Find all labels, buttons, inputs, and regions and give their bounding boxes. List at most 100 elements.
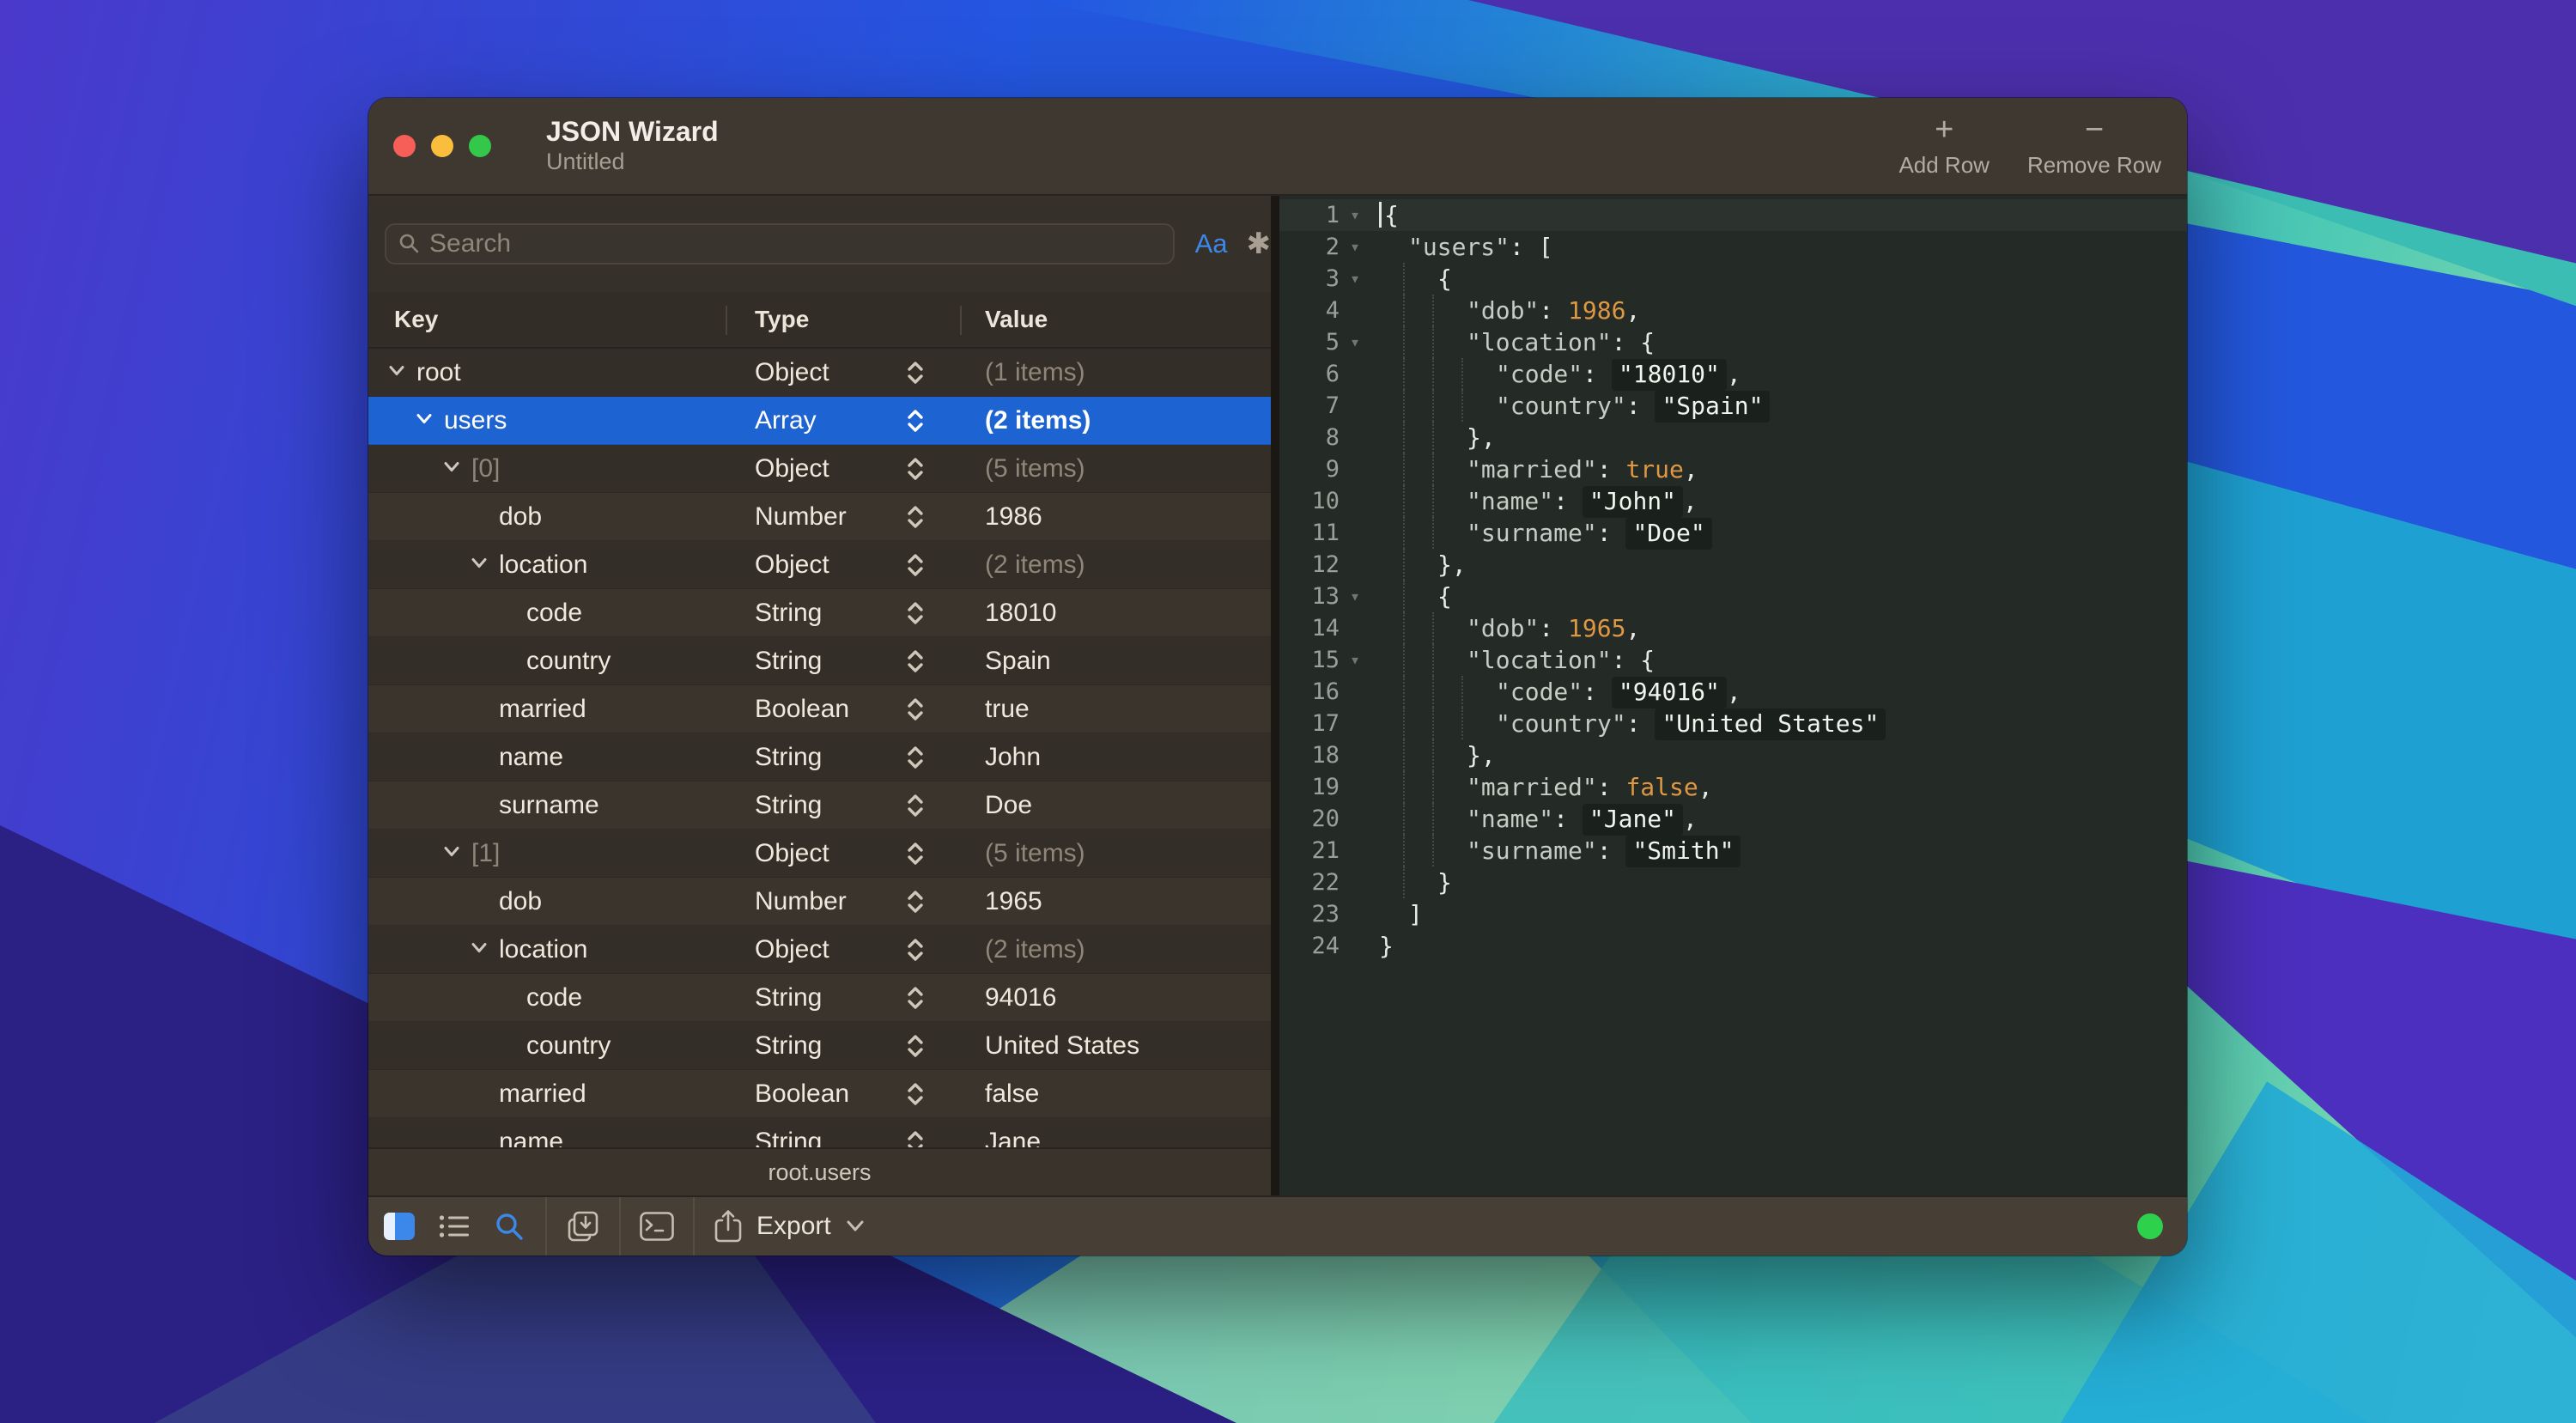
type-stepper[interactable] [906,649,925,673]
table-row[interactable]: dobNumber1986 [368,493,1271,541]
add-row-button[interactable]: + Add Row [1899,114,1990,179]
table-row[interactable]: usersArray(2 items) [368,397,1271,445]
fold-arrow-icon[interactable]: ▾ [1350,644,1367,676]
type-stepper[interactable] [906,890,925,914]
sidebar-toggle-button[interactable] [382,1206,416,1247]
type-stepper[interactable] [906,794,925,818]
code-line[interactable]: 20"name": "Jane", [1279,803,2187,835]
type-stepper[interactable] [906,553,925,577]
type-stepper[interactable] [906,601,925,625]
code-line[interactable]: 5▾"location": { [1279,326,2187,358]
remove-row-button[interactable]: − Remove Row [2027,114,2161,179]
disclosure-toggle[interactable] [386,359,408,386]
disclosure-toggle[interactable] [413,407,435,434]
code-line[interactable]: 12}, [1279,549,2187,581]
value-cell: 94016 [960,974,1271,1021]
table-row[interactable]: nameStringJohn [368,733,1271,781]
code-line[interactable]: 4"dob": 1986, [1279,295,2187,326]
table-row[interactable]: codeString94016 [368,974,1271,1022]
value-cell: United States [960,1022,1271,1069]
code-line[interactable]: 18}, [1279,739,2187,771]
code-line[interactable]: 13▾{ [1279,581,2187,612]
disclosure-toggle[interactable] [440,840,463,867]
type-stepper[interactable] [906,1034,925,1058]
disclosure-chevron-icon[interactable] [468,936,490,958]
code-line[interactable]: 1▾{ [1279,199,2187,231]
table-row[interactable]: nameStringJane [368,1118,1271,1147]
code-line[interactable]: 11"surname": "Doe" [1279,517,2187,549]
regex-toggle-icon[interactable]: ✱ [1247,229,1272,258]
code-line[interactable]: 14"dob": 1965, [1279,612,2187,644]
table-row[interactable]: codeString18010 [368,589,1271,637]
disclosure-chevron-icon[interactable] [413,407,435,429]
code-line[interactable]: 17"country": "United States" [1279,708,2187,739]
code-line[interactable]: 24} [1279,930,2187,962]
table-row[interactable]: surnameStringDoe [368,781,1271,830]
type-stepper[interactable] [906,842,925,866]
table-row[interactable]: locationObject(2 items) [368,926,1271,974]
export-button[interactable]: Export [714,1209,866,1244]
line-number: 2 [1279,231,1350,263]
code-line[interactable]: 10"name": "John", [1279,485,2187,517]
table-row[interactable]: [0]Object(5 items) [368,445,1271,493]
find-button[interactable] [492,1206,526,1247]
type-stepper-icon [906,505,925,529]
fold-arrow-icon[interactable]: ▾ [1350,231,1367,263]
code-line[interactable]: 2▾"users": [ [1279,231,2187,263]
column-header-value[interactable]: Value [960,306,1271,333]
fold-arrow-icon[interactable]: ▾ [1350,263,1367,295]
code-line[interactable]: 16"code": "94016", [1279,676,2187,708]
table-row[interactable]: rootObject(1 items) [368,349,1271,397]
json-editor[interactable]: 1▾{2▾"users": [3▾{4"dob": 1986,5▾"locati… [1279,196,2187,1195]
table-row[interactable]: countryStringUnited States [368,1022,1271,1070]
table-row[interactable]: dobNumber1965 [368,878,1271,926]
type-stepper[interactable] [906,505,925,529]
table-row[interactable]: countryStringSpain [368,637,1271,685]
code-line[interactable]: 7"country": "Spain" [1279,390,2187,422]
table-row[interactable]: locationObject(2 items) [368,541,1271,589]
disclosure-chevron-icon[interactable] [440,455,463,477]
close-button[interactable] [393,135,416,157]
table-row[interactable]: marriedBooleantrue [368,685,1271,733]
type-cell: Number [726,878,960,925]
disclosure-toggle[interactable] [468,551,490,578]
column-header-type[interactable]: Type [726,306,960,333]
disclosure-chevron-icon[interactable] [468,551,490,574]
console-button[interactable] [640,1206,674,1247]
type-stepper[interactable] [906,1082,925,1106]
disclosure-toggle[interactable] [468,936,490,963]
zoom-button[interactable] [469,135,491,157]
type-stepper[interactable] [906,938,925,962]
list-view-button[interactable] [437,1206,471,1247]
code-line[interactable]: 3▾{ [1279,263,2187,295]
code-line[interactable]: 22} [1279,867,2187,898]
import-button[interactable] [566,1206,600,1247]
type-stepper[interactable] [906,361,925,385]
disclosure-chevron-icon[interactable] [440,840,463,862]
type-stepper[interactable] [906,457,925,481]
disclosure-toggle[interactable] [440,455,463,482]
type-stepper[interactable] [906,986,925,1010]
fold-arrow-icon[interactable]: ▾ [1350,326,1367,358]
column-header-key[interactable]: Key [368,306,726,333]
code-line[interactable]: 19"married": false, [1279,771,2187,803]
code-line[interactable]: 9"married": true, [1279,453,2187,485]
fold-arrow-icon[interactable]: ▾ [1350,581,1367,612]
disclosure-chevron-icon[interactable] [386,359,408,381]
type-stepper[interactable] [906,745,925,769]
code-line[interactable]: 8}, [1279,422,2187,453]
code-line[interactable]: 21"surname": "Smith" [1279,835,2187,867]
type-stepper[interactable] [906,697,925,721]
match-case-toggle[interactable]: Aa [1195,228,1228,259]
code-line[interactable]: 23] [1279,898,2187,930]
table-row[interactable]: marriedBooleanfalse [368,1070,1271,1118]
code-line[interactable]: 6"code": "18010", [1279,358,2187,390]
minimize-button[interactable] [431,135,453,157]
type-stepper[interactable] [906,1130,925,1148]
code-line[interactable]: 15▾"location": { [1279,644,2187,676]
search-input[interactable] [429,229,1173,258]
type-stepper[interactable] [906,409,925,433]
table-row[interactable]: [1]Object(5 items) [368,830,1271,878]
panel-divider[interactable] [1271,196,1279,1195]
fold-arrow-icon[interactable]: ▾ [1350,199,1367,231]
